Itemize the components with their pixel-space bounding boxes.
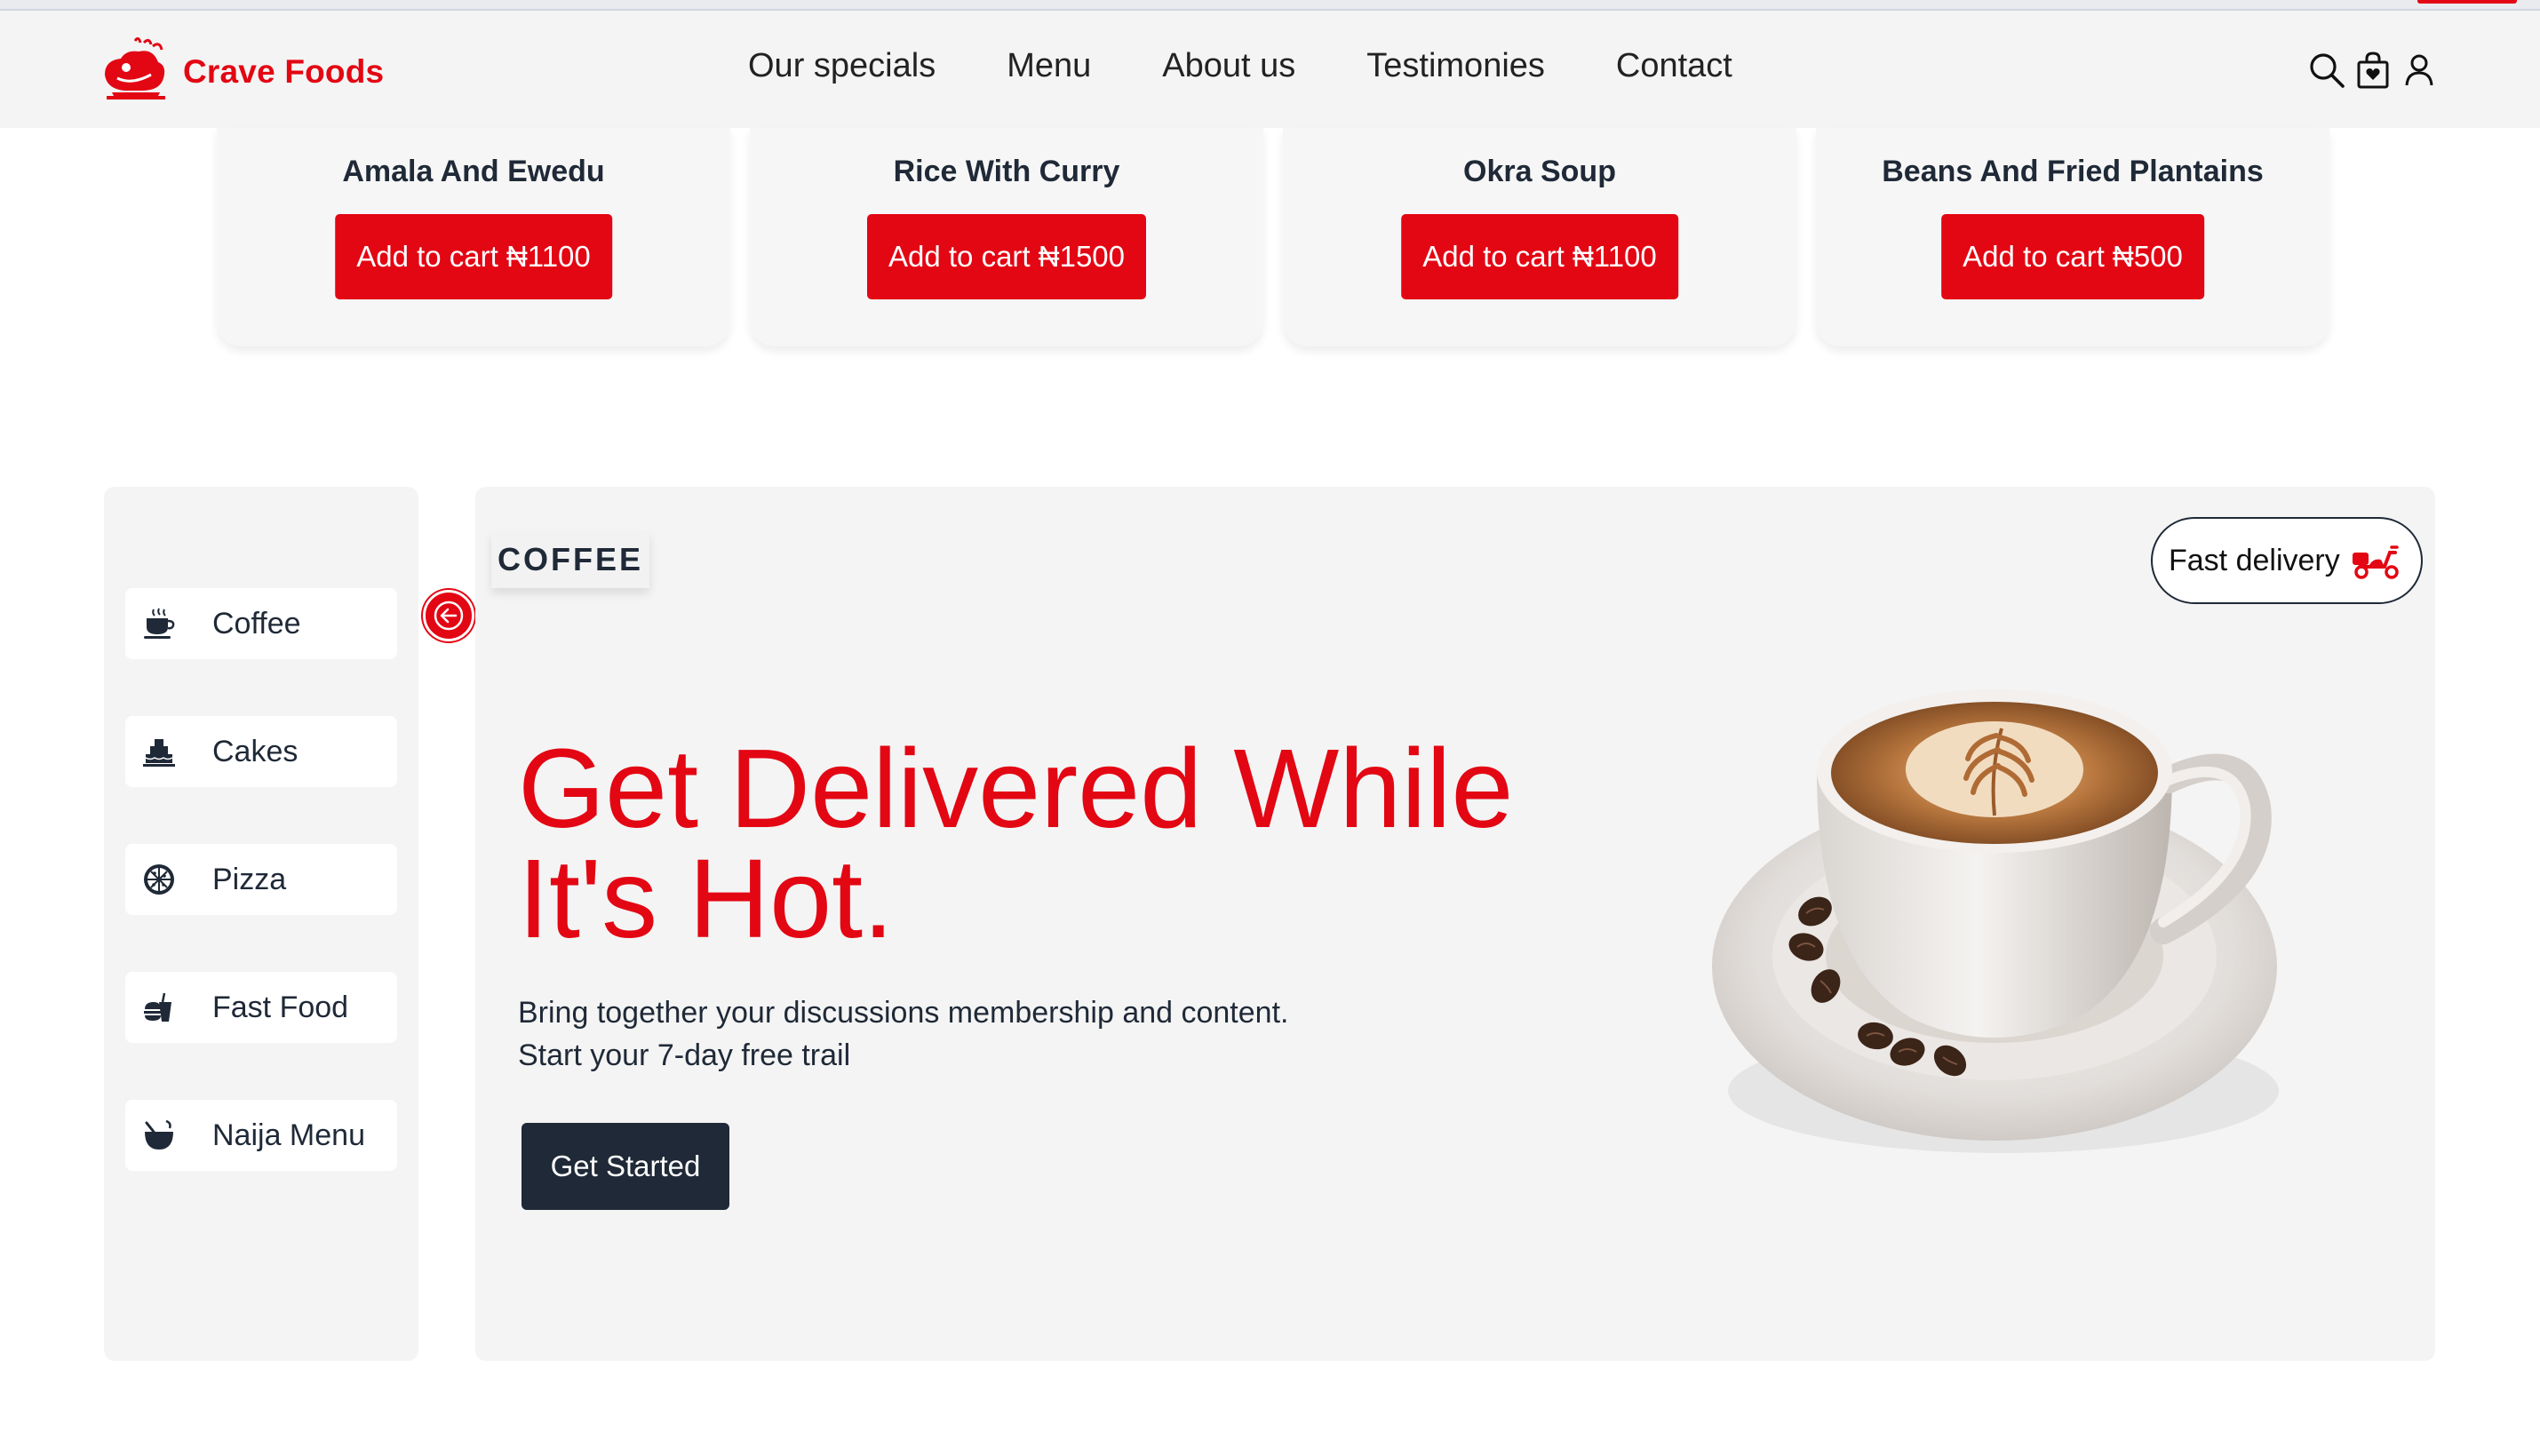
product-card: Rice With Curry Add to cart ₦1500 xyxy=(750,128,1263,346)
pizza-icon xyxy=(144,864,174,895)
hero-subtext-line: Bring together your discussions membersh… xyxy=(518,996,1289,1030)
product-card: Okra Soup Add to cart ₦1100 xyxy=(1283,128,1796,346)
nav-link-contact[interactable]: Contact xyxy=(1616,46,1732,87)
hero-subtext: Bring together your discussions membersh… xyxy=(518,991,1288,1077)
product-name: Beans And Fried Plantains xyxy=(1882,155,2264,188)
main-nav: Our specials Menu About us Testimonies C… xyxy=(748,46,1803,87)
scooter-icon xyxy=(2352,545,2399,579)
coffee-cup-image xyxy=(1712,689,2279,1153)
category-tag: COFFEE xyxy=(491,531,649,588)
product-cards: Amala And Ewedu Add to cart ₦1100 Rice W… xyxy=(217,128,2331,346)
browser-top-strip xyxy=(0,0,2540,11)
brand-name: Crave Foods xyxy=(183,53,385,90)
nav-link-testimonies[interactable]: Testimonies xyxy=(1366,46,1545,87)
nav-link-our-specials[interactable]: Our specials xyxy=(748,46,936,87)
fast-food-icon xyxy=(144,992,171,1022)
product-name: Rice With Curry xyxy=(893,155,1120,188)
category-label: Cakes xyxy=(212,734,299,768)
add-to-cart-button[interactable]: Add to cart ₦1500 xyxy=(867,214,1146,299)
category-label: Naija Menu xyxy=(212,1118,365,1152)
chicken-logo-icon xyxy=(105,36,165,99)
fast-delivery-badge[interactable]: Fast delivery xyxy=(2151,517,2423,604)
product-name: Okra Soup xyxy=(1463,155,1616,188)
nav-link-menu[interactable]: Menu xyxy=(1007,46,1091,87)
product-name: Amala And Ewedu xyxy=(342,155,605,188)
brand-logo[interactable]: Crave Foods xyxy=(100,36,384,108)
get-started-button[interactable]: Get Started xyxy=(522,1123,729,1210)
coffee-cup-icon xyxy=(144,608,175,639)
category-item-coffee[interactable]: Coffee xyxy=(125,588,397,659)
arrow-left-circle-icon xyxy=(434,601,464,631)
add-to-cart-button[interactable]: Add to cart ₦1100 xyxy=(1401,214,1678,299)
header-actions xyxy=(2306,50,2445,91)
fast-delivery-label: Fast delivery xyxy=(2169,543,2340,577)
hero-subtext-line: Start your 7-day free trail xyxy=(518,1038,851,1072)
category-label: Pizza xyxy=(212,862,287,896)
category-label: Coffee xyxy=(212,606,301,640)
category-item-fast-food[interactable]: Fast Food xyxy=(125,972,397,1043)
site-header: Crave Foods Our specials Menu About us T… xyxy=(0,11,2540,128)
hero-panel: COFFEE Fast delivery Get Delivered While… xyxy=(475,487,2435,1361)
user-icon[interactable] xyxy=(2399,50,2440,91)
hero-headline: Get Delivered While It's Hot. xyxy=(518,726,1514,961)
product-card: Beans And Fried Plantains Add to cart ₦5… xyxy=(1816,128,2329,346)
pot-icon xyxy=(145,1119,173,1150)
cake-icon xyxy=(143,739,175,767)
nav-link-about-us[interactable]: About us xyxy=(1162,46,1295,87)
category-item-naija-menu[interactable]: Naija Menu xyxy=(125,1100,397,1171)
add-to-cart-button[interactable]: Add to cart ₦500 xyxy=(1941,214,2204,299)
product-card: Amala And Ewedu Add to cart ₦1100 xyxy=(217,128,730,346)
sidebar-collapse-button[interactable] xyxy=(423,590,474,641)
add-to-cart-button[interactable]: Add to cart ₦1100 xyxy=(335,214,612,299)
shopping-bag-icon[interactable] xyxy=(2353,50,2393,91)
category-item-cakes[interactable]: Cakes xyxy=(125,716,397,787)
top-accent-tab xyxy=(2417,0,2517,4)
category-label: Fast Food xyxy=(212,990,349,1024)
category-sidebar: Coffee Cakes Pizza Fast Food Naija Menu xyxy=(104,487,418,1361)
search-icon[interactable] xyxy=(2306,50,2347,91)
category-item-pizza[interactable]: Pizza xyxy=(125,844,397,915)
